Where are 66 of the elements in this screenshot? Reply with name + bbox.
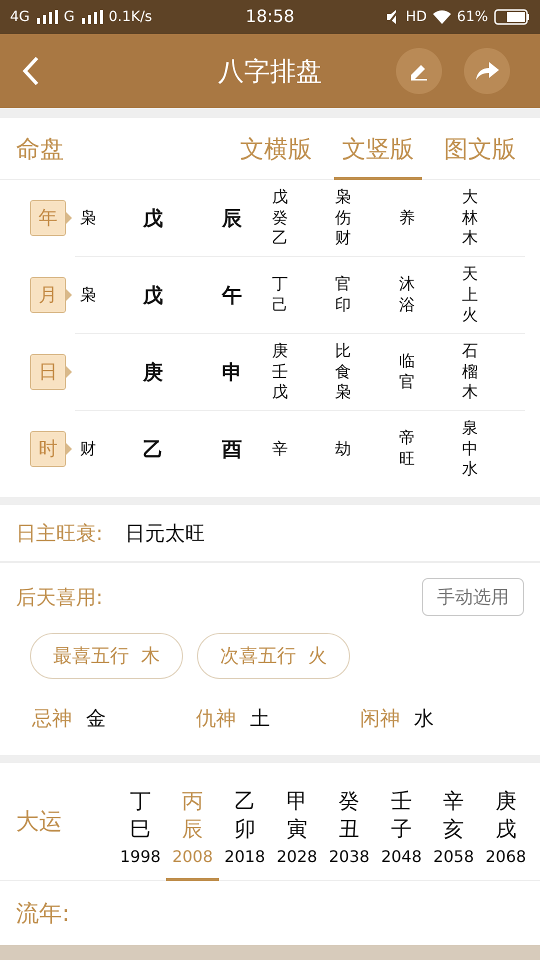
stem-god: 枭 — [80, 284, 96, 306]
earthly-branch: 申 — [222, 358, 242, 386]
dayun-item[interactable]: 丁 巳 1998 — [114, 786, 166, 880]
god-label: 忌神 — [32, 704, 72, 732]
heavenly-stem: 乙 — [143, 436, 163, 462]
hidden-gods: 劫 — [335, 438, 351, 460]
section-title: 命盘 — [16, 134, 64, 164]
nayin: 石榴木 — [462, 340, 478, 404]
network-label: G — [64, 9, 75, 25]
pillar-tag: 时 — [30, 431, 73, 467]
strength-value: 日元太旺 — [124, 520, 205, 546]
hidden-stems: 丁己 — [272, 274, 288, 316]
growth-stage: 养 — [399, 208, 415, 228]
heavenly-stem: 庚 — [143, 358, 163, 386]
pillar-tag: 月 — [30, 277, 73, 313]
hidden-gods: 比食枭 — [335, 340, 351, 404]
hidden-gods: 官印 — [335, 274, 351, 316]
dayun-item[interactable]: 癸 丑 2038 — [323, 786, 376, 880]
nayin: 天上火 — [462, 264, 478, 326]
god-value: 土 — [250, 704, 270, 732]
dayun-item[interactable]: 乙 卯 2018 — [218, 786, 271, 880]
pillar-tag: 日 — [30, 354, 73, 390]
signal-icon — [36, 10, 58, 24]
battery-percent: 61% — [456, 9, 488, 25]
share-icon — [474, 60, 500, 82]
heavenly-stem: 戊 — [143, 282, 163, 308]
dayun-item[interactable]: 庚 戌 2068 — [480, 786, 532, 880]
god-label: 仇神 — [196, 704, 236, 732]
heavenly-stem: 戊 — [143, 204, 163, 232]
dayun-item[interactable]: 甲 寅 2028 — [270, 786, 324, 880]
back-icon[interactable] — [22, 56, 40, 86]
clock: 18:58 — [246, 7, 294, 27]
hidden-stems: 戊癸乙 — [272, 186, 288, 250]
hd-label: HD — [406, 9, 427, 25]
stem-god: 财 — [80, 438, 96, 460]
dayun-item[interactable]: 辛 亥 2058 — [428, 786, 480, 880]
favorable-label: 后天喜用: — [16, 584, 103, 610]
pillar-tag: 年 — [30, 200, 73, 236]
network-label: 4G — [10, 9, 30, 25]
battery-icon — [494, 9, 530, 25]
dayun-label: 大运 — [16, 808, 62, 837]
dayun-item[interactable]: 壬 子 2048 — [375, 786, 428, 880]
nayin: 大林木 — [462, 186, 478, 250]
hidden-stems: 庚壬戊 — [272, 340, 288, 404]
manual-select-button[interactable]: 手动选用 — [422, 578, 524, 616]
stem-god: 枭 — [80, 208, 96, 228]
hidden-stems: 辛 — [272, 438, 288, 460]
growth-stage: 临官 — [399, 351, 415, 393]
page-title: 八字排盘 — [218, 56, 322, 88]
god-value: 水 — [414, 704, 434, 732]
liunian-label: 流年: — [16, 900, 70, 928]
wifi-icon — [432, 10, 451, 24]
hidden-gods: 枭伤财 — [335, 186, 351, 250]
nayin: 泉中水 — [462, 418, 478, 480]
share-button[interactable] — [464, 48, 510, 94]
earthly-branch: 酉 — [222, 436, 242, 462]
god-value: 金 — [86, 704, 106, 732]
signal-icon — [80, 10, 103, 24]
god-label: 闲神 — [360, 704, 400, 732]
growth-stage: 帝旺 — [399, 428, 415, 470]
strength-label: 日主旺衰: — [16, 520, 103, 546]
earthly-branch: 辰 — [222, 204, 242, 232]
growth-stage: 沐浴 — [399, 274, 415, 316]
network-speed: 0.1K/s — [108, 9, 152, 25]
earthly-branch: 午 — [222, 282, 242, 308]
edit-button[interactable] — [396, 48, 442, 94]
